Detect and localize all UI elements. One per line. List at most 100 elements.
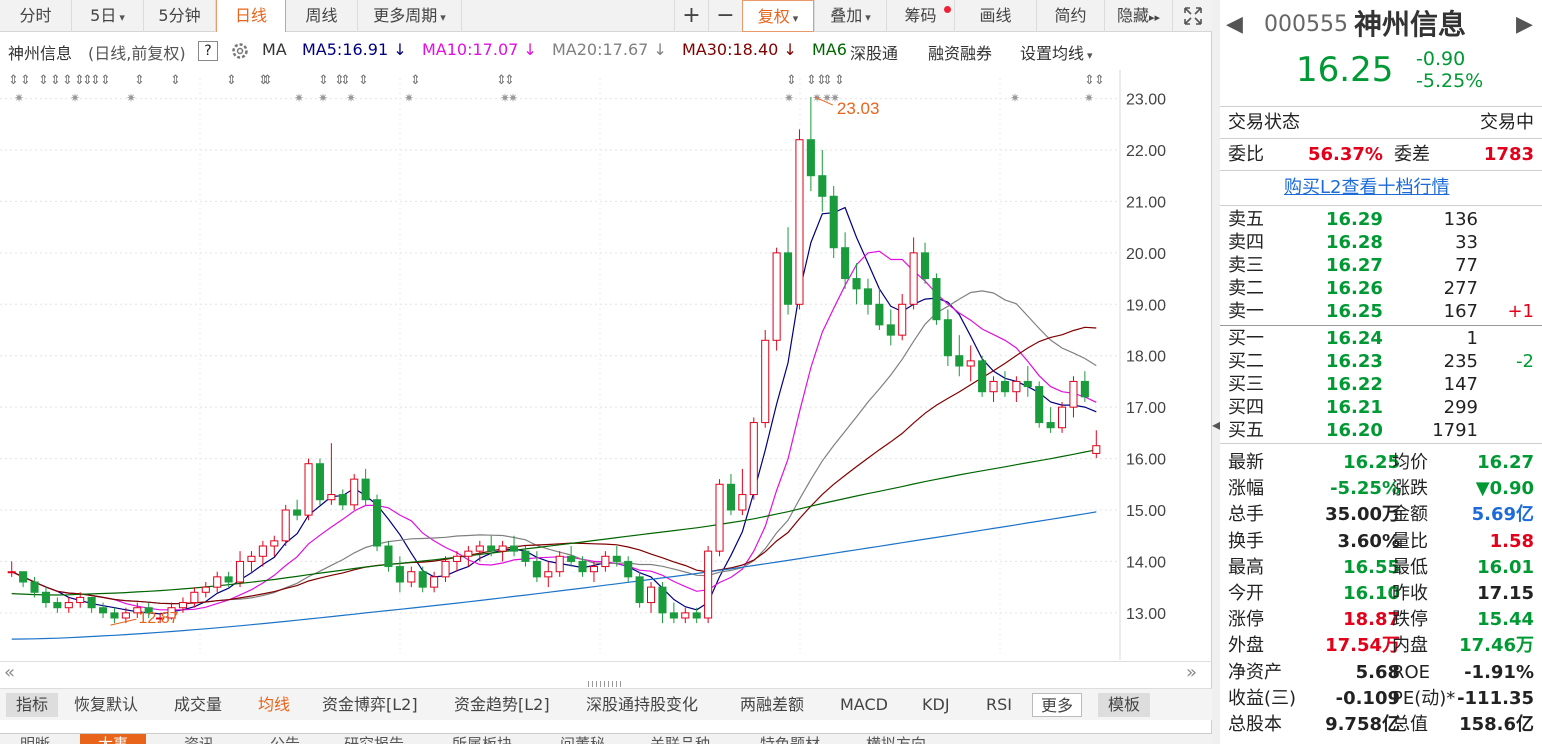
candle[interactable] <box>41 587 50 608</box>
candle[interactable] <box>806 97 815 192</box>
bid-row[interactable]: 买四 16.21 299 <box>1220 396 1542 419</box>
news-marker-icon[interactable]: ✷ <box>126 91 136 105</box>
zoom-in-button[interactable]: + <box>674 0 708 32</box>
candle[interactable] <box>430 571 439 593</box>
news-tab[interactable]: 研究报告 <box>344 734 404 744</box>
candle[interactable] <box>247 551 256 572</box>
set-ma-button[interactable]: 设置均线 <box>1020 40 1093 64</box>
candle[interactable] <box>190 587 199 608</box>
macd-tab[interactable]: MACD <box>840 693 888 717</box>
ask-row[interactable]: 卖四 16.28 33 <box>1220 231 1542 254</box>
candle[interactable] <box>110 607 119 624</box>
event-marker-icon[interactable]: ⇕ <box>1094 73 1105 88</box>
candle[interactable] <box>955 335 964 377</box>
candle[interactable] <box>304 458 313 521</box>
candle[interactable] <box>863 278 872 315</box>
candle[interactable] <box>749 417 758 500</box>
ask-row[interactable]: 卖三 16.27 77 <box>1220 254 1542 277</box>
news-marker-icon[interactable]: ✷ <box>70 91 80 105</box>
bid-row[interactable]: 买二 16.23 235 -2 <box>1220 350 1542 373</box>
candle[interactable] <box>384 540 393 572</box>
draw-line-button[interactable]: 画线 <box>954 0 1036 32</box>
kdj-tab[interactable]: KDJ <box>922 693 950 717</box>
candle[interactable] <box>784 227 793 315</box>
candle[interactable] <box>87 596 96 613</box>
chips-button[interactable]: 筹码 <box>886 0 954 32</box>
candle[interactable] <box>475 540 484 562</box>
margin-diff-tab[interactable]: 两融差额 <box>740 693 804 717</box>
candle[interactable] <box>989 376 998 402</box>
candle[interactable] <box>270 535 279 557</box>
candle[interactable] <box>681 607 690 624</box>
scroll-right-icon[interactable]: » <box>1186 662 1197 683</box>
tab-more-periods[interactable]: 更多周期 <box>358 0 462 32</box>
candle[interactable] <box>692 607 701 624</box>
event-marker-icon[interactable]: ⇕ <box>50 73 61 88</box>
candle[interactable] <box>658 582 667 624</box>
candlestick-chart[interactable]: ⇕ ⇕ ⇕ ⇕ ⇕ ⇕⇕⇕ ⇕ ⇕ ⇕ ⇕ ⇕⇕ ⇕ ⇕⇕ ⇕ ⇕ ⇕⇕ ⇕ ⇕ ⇕⇕ ⇕ ⇕ ⇕✷ ✷ ✷ ✷ ✷ ✷ ✷ ✷✷ ✷ ✷ ✷… <box>0 70 1212 660</box>
expand-icon[interactable] <box>1172 0 1212 32</box>
candle[interactable] <box>567 546 576 567</box>
event-marker-icon[interactable]: ⇕ <box>358 73 369 88</box>
event-marker-icon[interactable]: ⇕ <box>340 73 351 88</box>
news-marker-icon[interactable]: ✷ <box>294 91 304 105</box>
event-marker-icon[interactable]: ⇕ <box>170 73 181 88</box>
event-marker-icon[interactable]: ⇕ <box>318 73 329 88</box>
more-indicators-button[interactable]: 更多 <box>1032 693 1083 717</box>
candle[interactable] <box>669 602 678 624</box>
candle[interactable] <box>395 556 404 593</box>
candle[interactable] <box>943 309 952 366</box>
event-marker-icon[interactable]: ⇕ <box>822 73 833 88</box>
candle[interactable] <box>921 242 930 284</box>
candle[interactable] <box>213 571 222 593</box>
candle[interactable] <box>555 551 564 577</box>
candle[interactable] <box>601 551 610 572</box>
candle[interactable] <box>327 443 336 505</box>
candle[interactable] <box>64 597 73 613</box>
event-marker-icon[interactable]: ⇕ <box>262 73 273 88</box>
ask-row[interactable]: 卖一 16.25 167 +1 <box>1220 300 1542 323</box>
news-tab[interactable]: 明晰 <box>20 734 50 744</box>
news-marker-icon[interactable]: ✷ <box>1084 91 1094 105</box>
scroll-left-icon[interactable]: « <box>4 662 15 683</box>
candle[interactable] <box>909 237 918 310</box>
candle[interactable] <box>361 468 370 505</box>
candle[interactable] <box>498 540 507 562</box>
event-marker-icon[interactable]: ⇕ <box>100 73 111 88</box>
candle[interactable] <box>373 494 382 552</box>
event-marker-icon[interactable]: ⇕ <box>226 73 237 88</box>
margin-trading-button[interactable]: 融资融券 <box>928 40 992 64</box>
bid-row[interactable]: 买三 16.22 147 <box>1220 373 1542 396</box>
news-marker-icon[interactable]: ✷ <box>14 91 24 105</box>
candle[interactable] <box>886 309 895 346</box>
tab-5min[interactable]: 5分钟 <box>144 0 216 32</box>
candle[interactable] <box>464 546 473 567</box>
event-marker-icon[interactable]: ⇕ <box>20 73 31 88</box>
event-marker-icon[interactable]: ⇕ <box>786 73 797 88</box>
event-marker-icon[interactable]: ⇕ <box>504 73 515 88</box>
candle[interactable] <box>315 458 324 505</box>
news-marker-icon[interactable]: ✷ <box>404 91 414 105</box>
news-marker-icon[interactable]: ✷ <box>784 91 794 105</box>
candle[interactable] <box>738 468 747 516</box>
news-tab[interactable]: 特色题材 <box>760 734 820 744</box>
sgt-holding-tab[interactable]: 深股通持股变化 <box>586 693 698 717</box>
candle[interactable] <box>624 556 633 582</box>
rsi-tab[interactable]: RSI <box>986 693 1012 717</box>
tab-daily[interactable]: 日线 <box>216 0 286 32</box>
ask-row[interactable]: 卖二 16.26 277 <box>1220 277 1542 300</box>
buy-l2-link[interactable]: 购买L2查看十档行情 <box>1284 176 1449 199</box>
candle[interactable] <box>407 566 416 588</box>
news-tab[interactable]: 公告 <box>270 734 300 744</box>
restore-default-tab[interactable]: 恢复默认 <box>74 693 138 717</box>
tab-intraday[interactable]: 分时 <box>0 0 72 32</box>
candle[interactable] <box>647 582 656 613</box>
candle[interactable] <box>236 551 245 588</box>
news-marker-icon[interactable]: ✷ <box>1010 91 1020 105</box>
bid-row[interactable]: 买一 16.24 1 <box>1220 327 1542 350</box>
candle[interactable] <box>1069 376 1078 418</box>
candle[interactable] <box>293 499 302 521</box>
candle[interactable] <box>53 597 62 613</box>
tab-weekly[interactable]: 周线 <box>286 0 358 32</box>
hide-button[interactable]: 隐藏▸▸ <box>1104 0 1172 32</box>
